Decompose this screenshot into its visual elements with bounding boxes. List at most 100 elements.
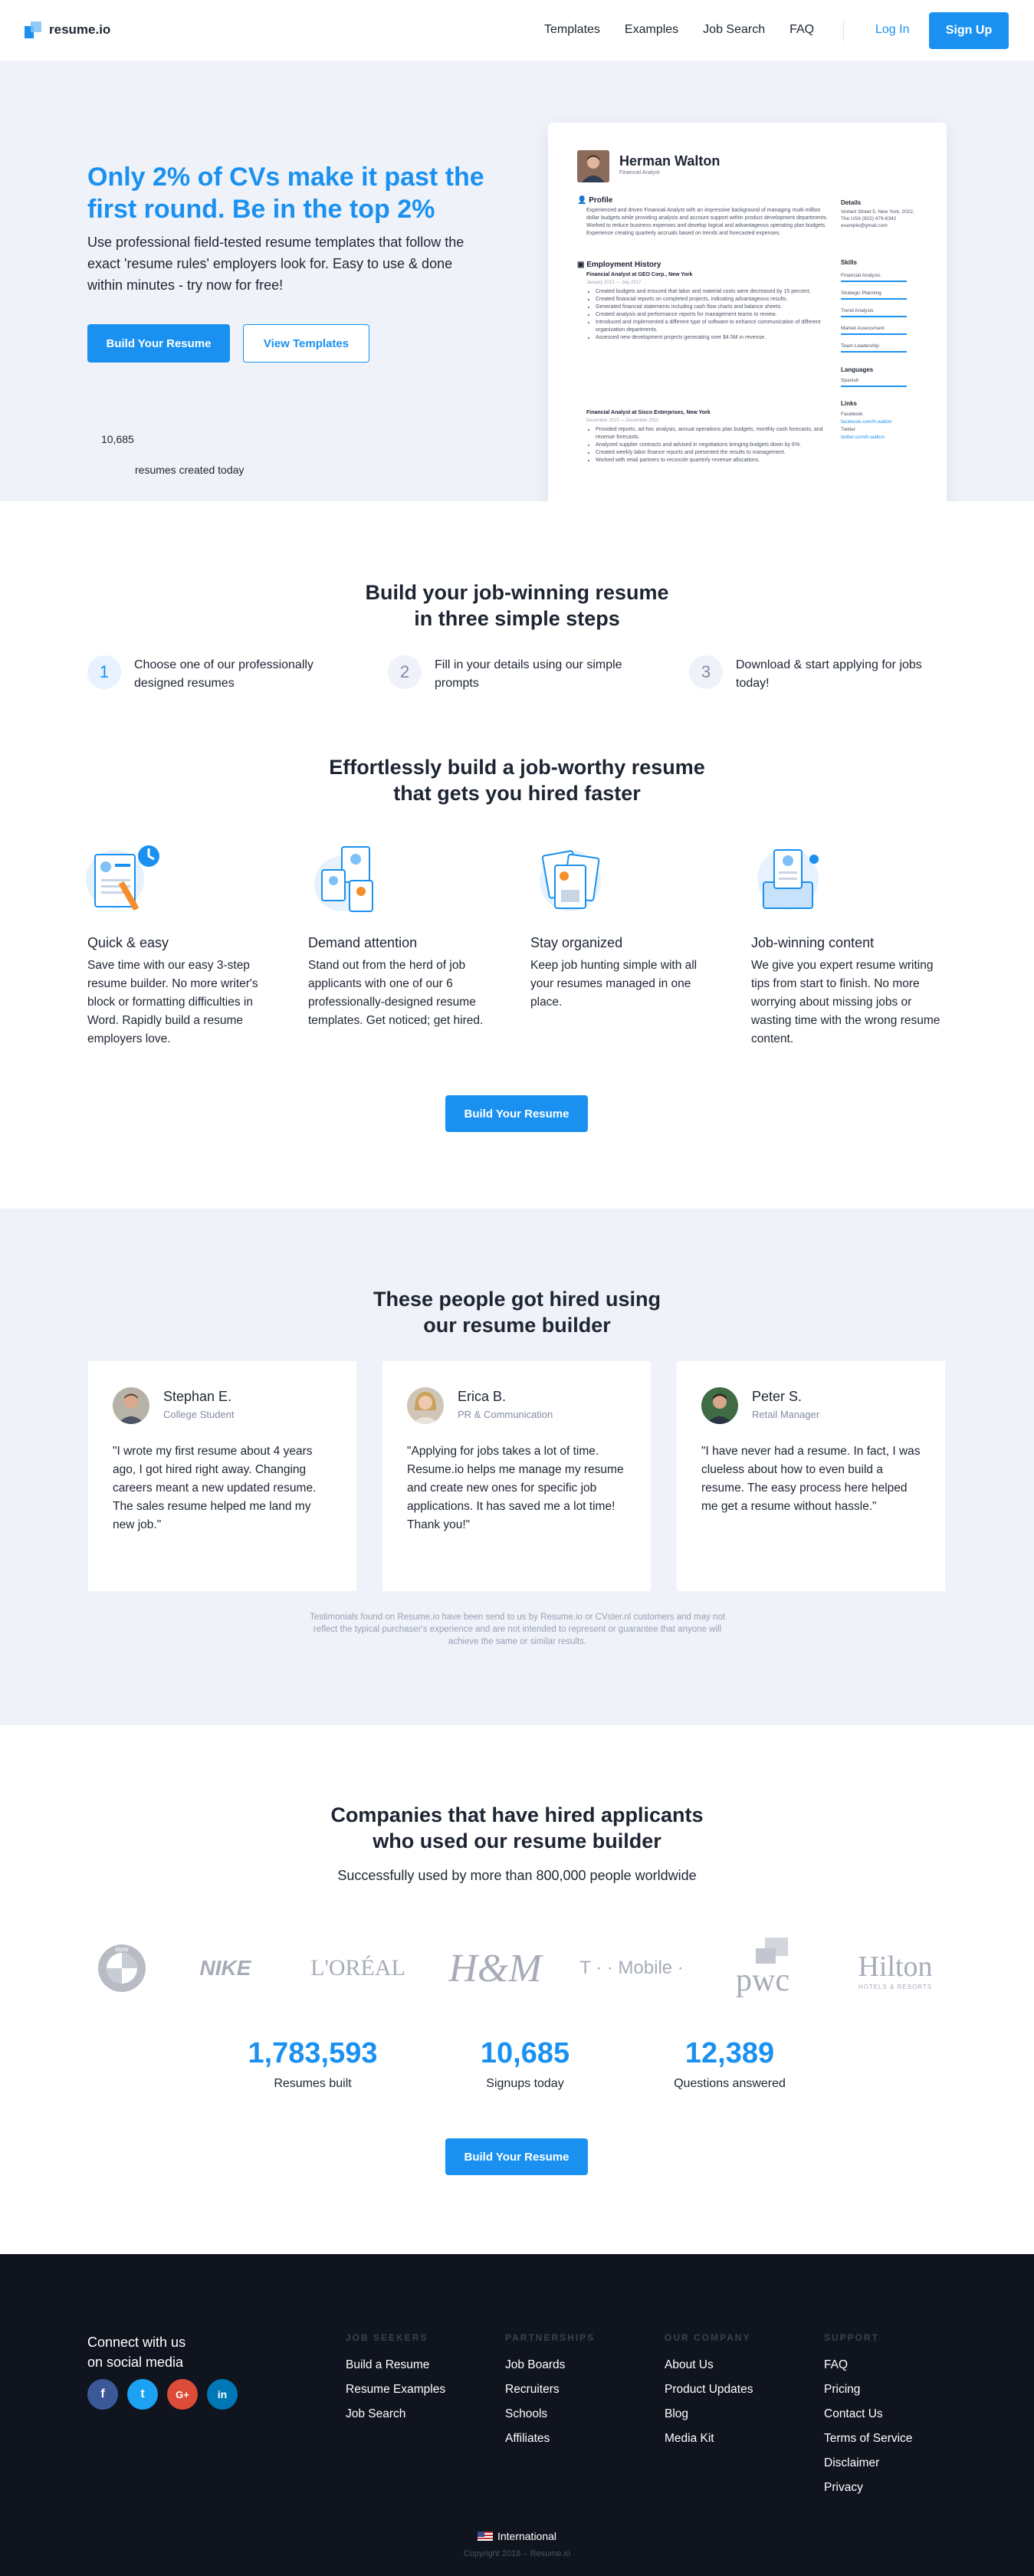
footer-link[interactable]: FAQ	[824, 2358, 848, 2372]
resume-preview: Herman Walton Financial Analyst 👤 Profil…	[548, 123, 947, 501]
footer-link[interactable]: Job Boards	[505, 2358, 565, 2372]
testimonial-name: Stephan E.	[163, 1389, 232, 1404]
t-mobile-logo: T · · Mobile ·	[579, 1957, 684, 1978]
stat-questions-answered-label: Questions answered	[674, 2077, 786, 2090]
footer-link[interactable]: Pricing	[824, 2383, 860, 2397]
footer-heading-job-seekers: JOB SEEKERS	[346, 2332, 428, 2343]
testimonial-name: Peter S.	[752, 1389, 803, 1404]
resume-bullet: Created weekly labor finance reports and…	[596, 449, 826, 457]
footer-link[interactable]: Product Updates	[665, 2383, 753, 2397]
resume-name: Herman Walton	[619, 153, 721, 169]
nav-job-search[interactable]: Job Search	[703, 23, 765, 37]
footer-link[interactable]: Privacy	[824, 2481, 863, 2495]
step-number-2: 2	[388, 655, 422, 689]
resume-job2-dates: December 2010 — December 2011	[586, 418, 659, 423]
hero-title: Only 2% of CVs make it past the first ro…	[87, 162, 484, 224]
companies-build-resume-button[interactable]: Build Your Resume	[445, 2138, 588, 2175]
resume-bullet: Provided reports, ad-hoc analysis, annua…	[596, 426, 826, 441]
testimonial-name: Erica B.	[458, 1389, 507, 1404]
resume-link-url: twitter.com/h.walton	[841, 435, 885, 440]
footer-link[interactable]: Contact Us	[824, 2407, 883, 2421]
footer-heading-partnerships: PARTNERSHIPS	[505, 2332, 596, 2343]
testimonial-role: Retail Manager	[752, 1409, 820, 1420]
resume-skills-heading: Skills	[841, 259, 857, 266]
step-number-3: 3	[689, 655, 723, 689]
testimonial-card: Peter S. Retail Manager "I have never ha…	[677, 1361, 945, 1591]
hm-logo: H&M	[448, 1946, 542, 1990]
nav-faq[interactable]: FAQ	[789, 23, 814, 37]
feature-text-quick-easy: Save time with our easy 3-step resume bu…	[87, 959, 258, 1045]
quick-easy-illustration-icon	[84, 839, 164, 919]
companies-title: Companies that have hired applicants who …	[330, 1803, 704, 1852]
footer-link[interactable]: Schools	[505, 2407, 547, 2421]
footer-link[interactable]: Blog	[665, 2407, 688, 2421]
resume-bullet: Created analysis and performance reports…	[596, 311, 826, 319]
login-link[interactable]: Log In	[875, 23, 909, 37]
logo-text: resume.io	[49, 22, 111, 37]
stat-questions-answered-value: 12,389	[684, 2037, 775, 2069]
resume-skill: Team Leadership	[841, 343, 879, 349]
feature-text-demand-attention: Stand out from the herd of job applicant…	[308, 959, 484, 1027]
facebook-icon[interactable]: f	[87, 2379, 118, 2410]
resume-io-logo-icon	[25, 21, 41, 38]
resume-profile-text: Experienced and driven Financial Analyst…	[586, 208, 828, 236]
resume-job1-bullets: Created budgets and ensured that labor a…	[596, 288, 826, 342]
footer-link[interactable]: Media Kit	[665, 2432, 714, 2446]
google-plus-icon[interactable]: G+	[167, 2379, 198, 2410]
skill-level-bar	[841, 298, 907, 300]
features-build-resume-button[interactable]: Build Your Resume	[445, 1095, 588, 1132]
nike-logo: NIKE	[199, 1956, 251, 1980]
resume-skill: Market Assessment	[841, 326, 885, 331]
hero-view-templates-button[interactable]: View Templates	[243, 324, 369, 363]
avatar	[113, 1387, 149, 1424]
stat-resumes-built-value: 1,783,593	[248, 2037, 378, 2069]
testimonial-card: Stephan E. College Student "I wrote my f…	[88, 1361, 356, 1591]
twitter-icon[interactable]: t	[127, 2379, 158, 2410]
feature-text-job-winning-content: We give you expert resume writing tips f…	[751, 959, 940, 1045]
logo-link[interactable]: resume.io	[25, 21, 110, 38]
skill-level-bar	[841, 333, 907, 335]
nav-examples[interactable]: Examples	[625, 23, 678, 37]
hero-subtitle: Use professional field-tested resume tem…	[87, 235, 464, 293]
resumes-counter-label: resumes created today	[135, 464, 245, 476]
main-nav: Templates Examples Job Search FAQ	[544, 23, 814, 37]
testimonial-role: PR & Communication	[458, 1409, 553, 1420]
nav-templates[interactable]: Templates	[544, 23, 600, 37]
international-label: International	[497, 2530, 557, 2542]
feature-title-stay-organized: Stay organized	[530, 935, 623, 950]
step-text-2: Fill in your details using our simple pr…	[435, 658, 622, 690]
feature-title-demand-attention: Demand attention	[308, 935, 418, 950]
footer-link[interactable]: About Us	[665, 2358, 714, 2372]
features-title: Effortlessly build a job-worthy resume th…	[329, 756, 705, 805]
footer-link[interactable]: Build a Resume	[346, 2358, 429, 2372]
resume-bullet: Generated financial statements including…	[596, 304, 826, 311]
language-level-bar	[841, 386, 907, 387]
copyright: Copyright 2018 – Resume.io	[463, 2549, 571, 2558]
steps-title: Build your job-winning resume in three si…	[365, 581, 669, 630]
footer-link[interactable]: Recruiters	[505, 2383, 560, 2397]
skill-level-bar	[841, 351, 907, 353]
footer-link[interactable]: Terms of Service	[824, 2432, 912, 2446]
resume-link-label: Facebook	[841, 412, 863, 417]
resume-skill: Financial Analysis	[841, 273, 881, 278]
footer-link[interactable]: Affiliates	[505, 2432, 550, 2446]
footer-link[interactable]: Disclaimer	[824, 2456, 879, 2470]
international-selector[interactable]: International	[0, 2530, 1034, 2542]
resumes-counter-value: 10,685	[101, 433, 134, 445]
step-number-1: 1	[87, 655, 121, 689]
resume-photo	[577, 150, 609, 182]
testimonials-title: These people got hired using our resume b…	[373, 1288, 661, 1337]
resume-details-heading: Details	[841, 199, 862, 206]
signup-button[interactable]: Sign Up	[929, 12, 1009, 49]
testimonial-quote: "Applying for jobs takes a lot of time. …	[407, 1445, 624, 1531]
hero-section: Only 2% of CVs make it past the first ro…	[0, 61, 1034, 501]
resume-languages-heading: Languages	[841, 366, 874, 373]
footer-heading-our-company: OUR COMPANY	[665, 2332, 751, 2343]
resume-details-text: Vorlant Street 5, New York, 2022, The US…	[841, 209, 914, 228]
hero-build-resume-button[interactable]: Build Your Resume	[87, 324, 230, 363]
bmw-logo: BMW	[97, 1943, 147, 1994]
testimonial-quote: "I have never had a resume. In fact, I w…	[701, 1445, 921, 1513]
linkedin-icon[interactable]: in	[207, 2379, 238, 2410]
footer-link[interactable]: Resume Examples	[346, 2383, 445, 2397]
footer-link[interactable]: Job Search	[346, 2407, 405, 2421]
